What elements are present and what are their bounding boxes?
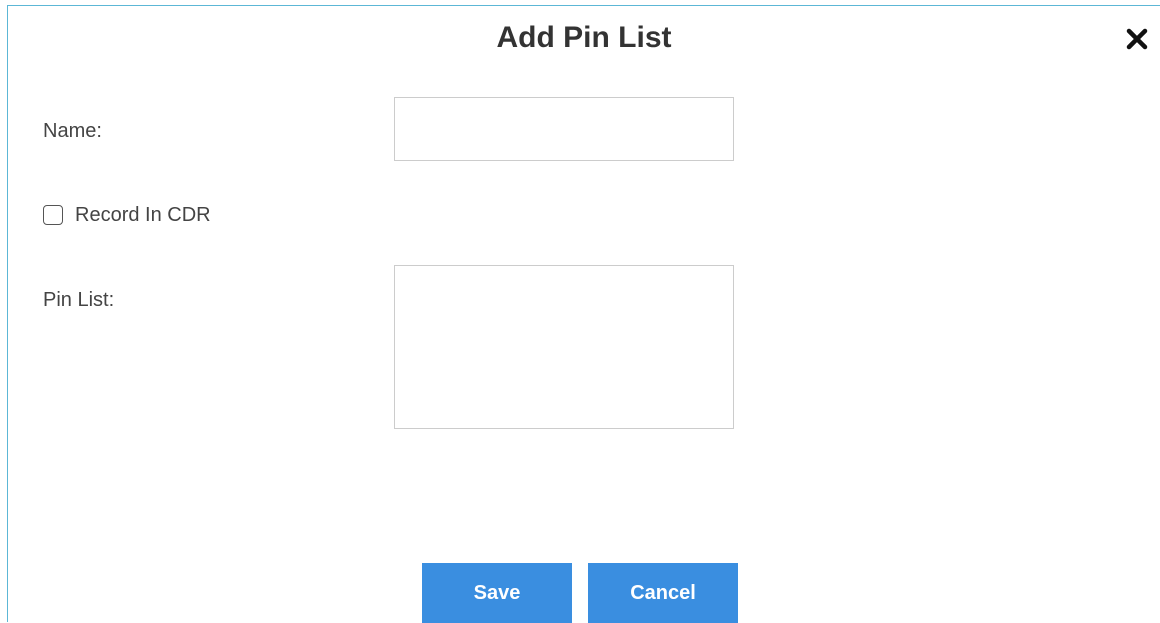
save-button-label: Save: [473, 581, 521, 604]
close-icon: [1126, 28, 1148, 50]
pin-list-label: Pin List:: [43, 289, 115, 311]
record-cdr-row: Record In CDR: [43, 202, 211, 228]
dialog-title: Add Pin List: [496, 21, 672, 54]
add-pin-list-dialog: Add Pin List Name: Record In CDR Pin Lis…: [7, 5, 1160, 623]
name-input[interactable]: [394, 97, 734, 161]
save-button[interactable]: Save: [422, 563, 572, 623]
name-label: Name:: [43, 120, 102, 142]
record-cdr-checkbox[interactable]: [43, 205, 63, 225]
cancel-button[interactable]: Cancel: [588, 563, 738, 623]
cancel-button-label: Cancel: [630, 581, 696, 604]
close-button[interactable]: [1124, 26, 1150, 52]
record-cdr-label: Record In CDR: [75, 203, 211, 226]
pin-list-textarea[interactable]: [394, 265, 734, 429]
